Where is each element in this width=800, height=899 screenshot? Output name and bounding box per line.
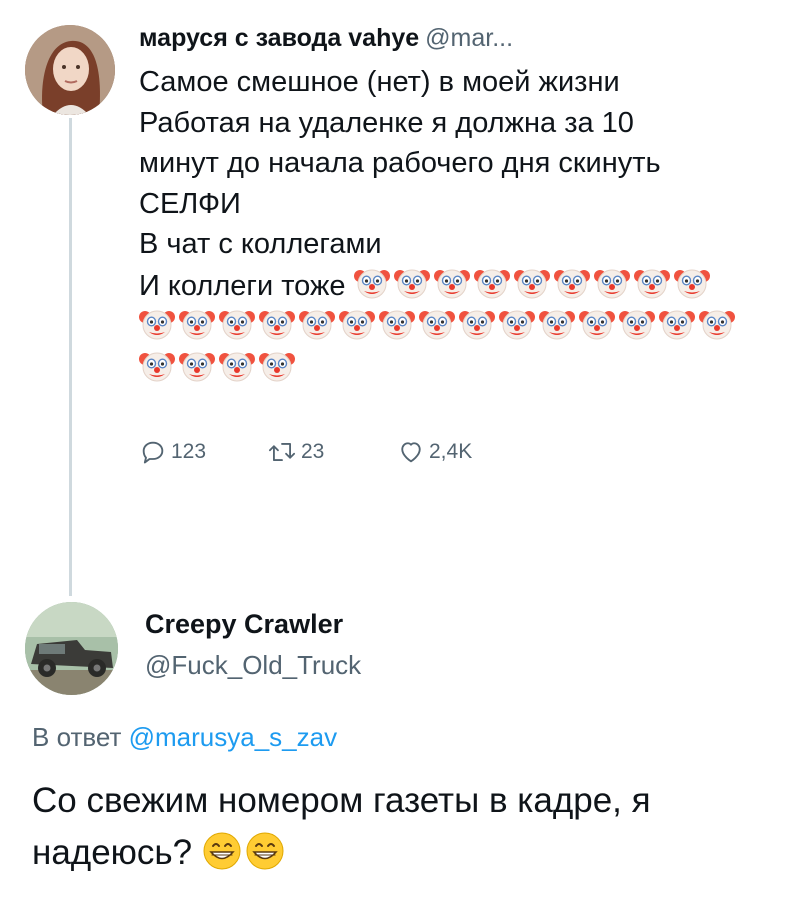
tweet-line: В чат с коллегами — [139, 228, 382, 260]
clown-face-emoji — [579, 306, 615, 342]
clown-face-emoji — [139, 306, 175, 342]
reply-author-name[interactable]: Creepy Crawler — [145, 609, 343, 640]
clown-face-emoji — [433, 265, 470, 301]
thread-connector-line — [69, 118, 72, 596]
clown-face-emoji — [393, 265, 430, 301]
tweet-line: Работая на удаленке я должна за 10 — [139, 106, 634, 139]
reply-author-handle[interactable]: @Fuck_Old_Truck — [145, 650, 361, 681]
heart-icon — [401, 442, 421, 463]
grinning-face-emoji — [245, 831, 285, 871]
grinning-face-emoji — [202, 831, 242, 871]
clown-face-emoji — [619, 306, 655, 342]
clown-face-emoji — [539, 306, 575, 342]
tweet-header: маруся с завода vahye @mar... — [139, 23, 513, 53]
clown-emoji-row — [139, 348, 779, 390]
reply-text-body: Со свежим номером газеты в кадре, я наде… — [32, 781, 651, 872]
clown-face-emoji — [219, 348, 255, 384]
clown-face-emoji — [179, 348, 215, 384]
clown-face-emoji — [473, 265, 510, 301]
avatar-photo — [25, 25, 115, 115]
clown-emoji-row — [139, 306, 779, 348]
replying-to: В ответ @marusya_s_zav — [32, 722, 337, 753]
reply-icon — [142, 441, 164, 464]
tweet-line: минут до начала рабочего дня скинуть — [139, 147, 661, 179]
like-action[interactable]: 2,4K — [397, 438, 472, 466]
avatar-photo — [25, 602, 118, 695]
clown-face-emoji — [299, 306, 335, 342]
reply-text: Со свежим номером газеты в кадре, я наде… — [32, 775, 772, 879]
tweet-text: Самое смешное (нет) в моей жизни Работая… — [139, 62, 779, 389]
reply-to-prefix: В ответ — [32, 722, 122, 752]
author-handle[interactable]: @mar... — [425, 24, 513, 52]
clown-face-emoji — [379, 306, 415, 342]
retweet-action[interactable]: 23 — [267, 438, 324, 466]
clown-face-emoji — [139, 348, 175, 384]
clown-face-emoji — [219, 306, 255, 342]
avatar[interactable] — [25, 602, 118, 695]
retweet-count: 23 — [301, 440, 325, 463]
like-count: 2,4K — [429, 440, 473, 463]
clown-face-emoji — [673, 265, 710, 301]
grinning-emoji-group — [202, 831, 288, 872]
reply-count: 123 — [171, 440, 207, 463]
tweet-line-with-emoji: И коллеги тоже — [139, 265, 779, 307]
tweet-line: СЕЛФИ — [139, 187, 241, 220]
tweet-line: И коллеги тоже — [139, 269, 346, 302]
clown-face-emoji — [353, 265, 390, 301]
clown-face-emoji — [259, 306, 295, 342]
clown-face-emoji — [459, 306, 495, 342]
reply-action[interactable]: 123 — [139, 438, 206, 466]
clown-face-emoji — [633, 265, 670, 301]
clown-face-emoji — [513, 265, 550, 301]
clown-face-emoji — [499, 306, 535, 342]
clown-emoji-row — [353, 269, 714, 302]
avatar[interactable] — [25, 25, 115, 115]
author-name[interactable]: маруся с завода vahye — [139, 24, 419, 52]
clown-face-emoji — [593, 265, 630, 301]
tweet-line: Самое смешное (нет) в моей жизни — [139, 66, 620, 98]
clown-face-emoji — [553, 265, 590, 301]
clown-face-emoji — [179, 306, 215, 342]
mention-link[interactable]: @marusya_s_zav — [129, 722, 337, 752]
retweet-icon — [268, 443, 296, 461]
clown-face-emoji — [339, 306, 375, 342]
clown-face-emoji — [419, 306, 455, 342]
clown-face-emoji — [259, 348, 295, 384]
clown-face-emoji — [699, 306, 735, 342]
clown-face-emoji — [659, 306, 695, 342]
